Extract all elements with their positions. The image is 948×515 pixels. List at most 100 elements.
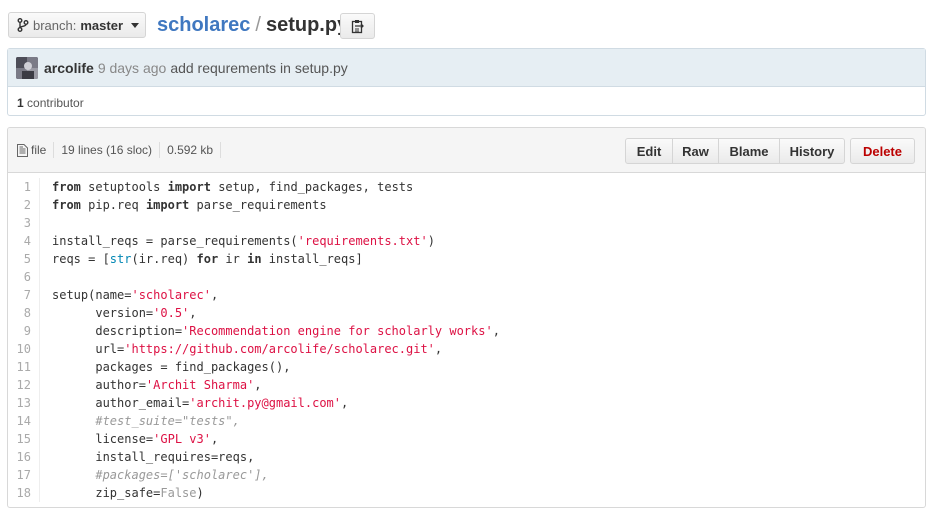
commit-time: 9 days ago	[97, 59, 167, 76]
code-token: from	[52, 180, 81, 194]
file-header: file 19 lines (16 sloc) 0.592 kb Edit Ra…	[8, 128, 925, 173]
code-token: setup, find_packages, tests	[210, 180, 414, 194]
code-token: for	[196, 252, 219, 266]
chevron-down-icon	[131, 22, 140, 28]
contributors-summary[interactable]: 1 contributor	[8, 87, 925, 110]
code-token: 'archit.py@gmail.com'	[189, 396, 341, 410]
code-token: #test_suite="tests",	[95, 414, 240, 428]
code-token: '0.5'	[153, 306, 190, 320]
code-token: 'GPL v3'	[153, 432, 211, 446]
code-token: str	[109, 252, 132, 266]
file-viewer: file 19 lines (16 sloc) 0.592 kb Edit Ra…	[7, 127, 926, 508]
code-token: install_reqs = parse_requirements(	[52, 234, 298, 248]
line-number[interactable]: 11	[8, 358, 31, 376]
copy-path-button[interactable]	[340, 13, 375, 39]
code-line: from setuptools import setup, find_packa…	[52, 178, 500, 196]
file-type: file	[8, 142, 55, 158]
line-number[interactable]: 17	[8, 466, 31, 484]
contributors-label: contributor	[27, 96, 84, 110]
breadcrumb-file-name: setup.py	[265, 14, 349, 36]
blame-button[interactable]: Blame	[718, 138, 780, 164]
code-token: 'https://github.com/arcolife/scholarec.g…	[124, 342, 435, 356]
file-size: 0.592 kb	[160, 142, 222, 158]
contributors-count: 1	[17, 96, 24, 110]
code-line: packages = find_packages(),	[52, 358, 500, 376]
code-token: 'Archit Sharma'	[145, 378, 255, 392]
code-token: setuptools	[80, 180, 168, 194]
branch-label: branch:	[33, 17, 77, 33]
code-line: zip_safe=False)	[52, 484, 500, 502]
code-token: 'requirements.txt'	[297, 234, 428, 248]
code-token: in	[247, 252, 262, 266]
code-token: packages = find_packages(),	[52, 360, 291, 374]
code-token: author_email=	[52, 396, 190, 410]
code-token: install_requires=reqs,	[52, 450, 255, 464]
code-token: version=	[52, 306, 154, 320]
code-view: 1 2 3 4 5 6 7 8 9 10 11 12 13 14 15 16 17 18 from setupto…	[8, 173, 925, 502]
commit-message[interactable]: add requrements in setup.py	[170, 60, 347, 76]
line-number[interactable]: 7	[8, 286, 31, 304]
file-icon	[17, 143, 28, 157]
code-line: install_requires=reqs,	[52, 448, 500, 466]
code-token: )	[427, 234, 435, 248]
delete-button[interactable]: Delete	[849, 138, 915, 164]
code-line: author_email='archit.py@gmail.com',	[52, 394, 500, 412]
breadcrumb: scholarec / setup.py	[157, 12, 348, 38]
line-number[interactable]: 1	[8, 178, 31, 196]
line-number[interactable]: 8	[8, 304, 31, 322]
raw-button[interactable]: Raw	[672, 138, 719, 164]
clipboard-icon	[351, 19, 364, 33]
line-number[interactable]: 6	[8, 268, 31, 286]
code-token: reqs = [	[52, 252, 110, 266]
line-number[interactable]: 3	[8, 214, 31, 232]
code-line: url='https://github.com/arcolife/scholar…	[52, 340, 500, 358]
code-lines: from setuptools import setup, find_packa…	[40, 178, 500, 502]
line-number[interactable]: 4	[8, 232, 31, 250]
code-token: from	[52, 198, 81, 212]
code-token: setup(name=	[52, 288, 132, 302]
line-number[interactable]: 15	[8, 430, 31, 448]
line-number-gutter: 1 2 3 4 5 6 7 8 9 10 11 12 13 14 15 16 17 18	[8, 178, 40, 502]
code-token: 'Recommendation engine for scholarly wor…	[182, 324, 493, 338]
breadcrumb-repo-link[interactable]: scholarec	[157, 14, 250, 36]
avatar[interactable]	[16, 56, 38, 79]
line-number[interactable]: 10	[8, 340, 31, 358]
line-number[interactable]: 16	[8, 448, 31, 466]
edit-button[interactable]: Edit	[625, 138, 673, 164]
file-line-count: 19 lines (16 sloc)	[54, 142, 161, 158]
line-number[interactable]: 13	[8, 394, 31, 412]
code-token: url=	[52, 342, 125, 356]
line-number[interactable]: 5	[8, 250, 31, 268]
code-token: ,	[254, 378, 262, 392]
code-token: import	[167, 180, 211, 194]
code-line: #packages=['scholarec'],	[52, 466, 500, 484]
code-line: from pip.req import parse_requirements	[52, 196, 500, 214]
code-line: author='Archit Sharma',	[52, 376, 500, 394]
code-token: description=	[52, 324, 183, 338]
code-token: ir	[218, 252, 248, 266]
branch-selector-button[interactable]: branch: master	[8, 12, 146, 38]
code-token: author=	[52, 378, 146, 392]
code-line: install_reqs = parse_requirements('requi…	[52, 232, 500, 250]
code-line: license='GPL v3',	[52, 430, 500, 448]
line-number[interactable]: 2	[8, 196, 31, 214]
code-token: #packages=['scholarec'],	[95, 468, 269, 482]
branch-icon	[17, 18, 29, 32]
code-token: )	[196, 486, 204, 500]
history-button[interactable]: History	[779, 138, 845, 164]
code-token: 'scholarec'	[131, 288, 211, 302]
line-number[interactable]: 18	[8, 484, 31, 502]
code-line: version='0.5',	[52, 304, 500, 322]
code-token: import	[145, 198, 190, 212]
commit-author[interactable]: arcolife	[44, 60, 94, 76]
line-number[interactable]: 14	[8, 412, 31, 430]
code-token: pip.req	[80, 198, 146, 212]
code-token: ,	[492, 324, 500, 338]
code-line: ​	[52, 268, 500, 286]
line-number[interactable]: 9	[8, 322, 31, 340]
breadcrumb-separator: /	[255, 14, 261, 36]
line-number[interactable]: 12	[8, 376, 31, 394]
code-token: (ir.req)	[131, 252, 197, 266]
